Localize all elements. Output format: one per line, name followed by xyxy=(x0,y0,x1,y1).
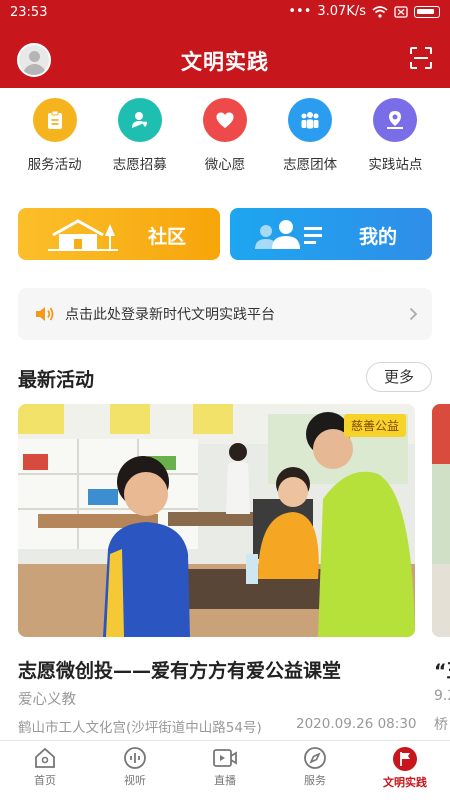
no-sim-icon xyxy=(394,5,408,18)
scan-icon[interactable] xyxy=(410,47,432,69)
home-icon xyxy=(35,747,55,768)
tab-live[interactable]: 直播 xyxy=(180,741,270,800)
tab-audio-video[interactable]: 视听 xyxy=(90,741,180,800)
mine-button[interactable]: 我的 xyxy=(230,208,432,260)
house-icon xyxy=(48,219,118,251)
chevron-right-icon xyxy=(409,307,418,321)
signal-dots-icon: ••• xyxy=(288,4,312,19)
community-button-label: 社区 xyxy=(148,226,187,248)
quick-actions: 服务活动 志愿招募 微心愿 志愿团体 实践站点 xyxy=(0,98,450,182)
notice-text: 点击此处登录新时代文明实践平台 xyxy=(65,307,275,323)
volunteer-icon xyxy=(117,98,162,142)
tab-label: 首页 xyxy=(34,774,56,787)
tab-label: 视听 xyxy=(124,774,146,787)
speaker-icon xyxy=(36,307,54,321)
quick-action-label: 志愿招募 xyxy=(112,157,167,173)
audio-icon xyxy=(124,747,146,769)
quick-action-service-activity[interactable]: 服务活动 xyxy=(15,98,95,182)
tab-label: 文明实践 xyxy=(383,776,427,789)
app-header: 文明实践 xyxy=(0,26,450,88)
group-icon xyxy=(288,98,333,142)
activity-photo xyxy=(18,404,415,637)
quick-action-volunteer-recruit[interactable]: 志愿招募 xyxy=(100,98,180,182)
quick-action-practice-site[interactable]: 实践站点 xyxy=(355,98,435,182)
mine-button-label: 我的 xyxy=(359,226,398,248)
next-card-photo xyxy=(432,404,450,637)
tab-label: 服务 xyxy=(304,774,326,787)
login-notice-bar[interactable]: 点击此处登录新时代文明实践平台 xyxy=(18,288,432,340)
tab-civilization-practice[interactable]: 文明实践 xyxy=(360,741,450,800)
quick-action-label: 志愿团体 xyxy=(283,157,338,173)
status-time: 23:53 xyxy=(10,5,48,20)
quick-action-label: 服务活动 xyxy=(27,157,82,173)
clipboard-icon xyxy=(32,98,77,142)
next-activity-location: 桥 xyxy=(434,717,448,733)
live-icon xyxy=(213,749,237,767)
next-activity-title[interactable]: “王 xyxy=(434,656,450,683)
next-activity-subtitle: 9.2 xyxy=(434,688,450,704)
heart-icon xyxy=(202,98,247,142)
flag-icon xyxy=(393,747,417,771)
quick-action-volunteer-group[interactable]: 志愿团体 xyxy=(270,98,350,182)
quick-action-micro-wish[interactable]: 微心愿 xyxy=(185,98,265,182)
quick-action-label: 实践站点 xyxy=(368,157,423,173)
community-button[interactable]: 社区 xyxy=(18,208,220,260)
section-title: 最新活动 xyxy=(18,369,95,391)
bottom-tab-bar: 首页 视听 直播 服务 文明实践 xyxy=(0,740,450,800)
page-title: 文明实践 xyxy=(181,50,269,74)
activity-card-image[interactable]: 慈善公益 xyxy=(18,404,415,637)
activity-title[interactable]: 志愿微创投——爱有方方有爱公益课堂 xyxy=(18,656,341,683)
battery-icon xyxy=(414,5,440,18)
wifi-icon xyxy=(372,5,388,18)
tab-service[interactable]: 服务 xyxy=(270,741,360,800)
tab-home[interactable]: 首页 xyxy=(0,741,90,800)
next-card-image[interactable] xyxy=(432,404,450,637)
quick-action-label: 微心愿 xyxy=(204,157,246,173)
activity-subtitle: 爱心义教 xyxy=(18,692,76,708)
user-card-icon xyxy=(255,220,322,249)
location-pin-icon xyxy=(373,98,418,142)
more-button[interactable]: 更多 xyxy=(366,362,432,392)
category-tag: 慈善公益 xyxy=(343,414,406,437)
compass-icon xyxy=(304,747,326,769)
activity-time: 2020.09.26 08:30 xyxy=(296,716,417,732)
status-bar: 23:53 ••• 3.07K/s xyxy=(0,0,450,26)
tab-label: 直播 xyxy=(214,774,236,787)
activity-location: 鹤山市工人文化宫(沙坪街道中山路54号) xyxy=(18,720,262,736)
network-speed: 3.07K/s xyxy=(317,4,366,19)
